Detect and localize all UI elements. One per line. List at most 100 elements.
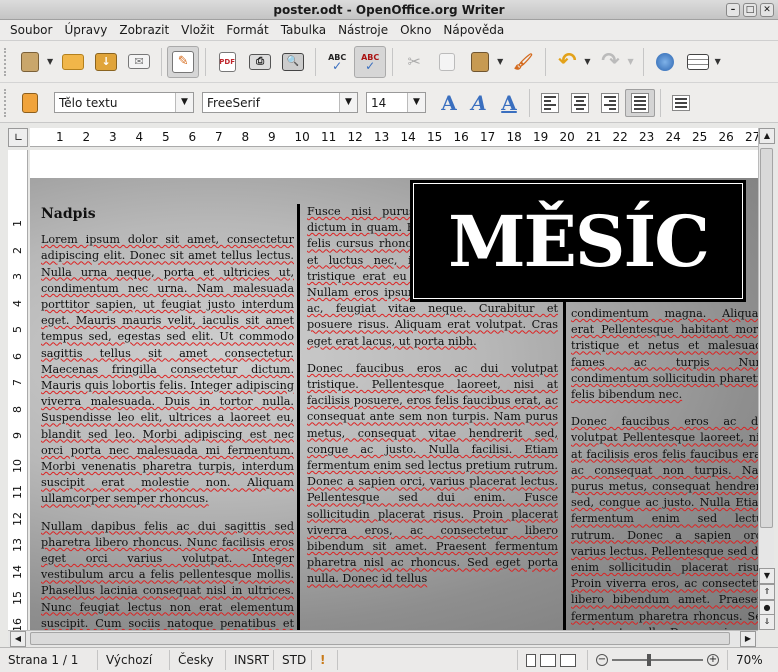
- copy-button[interactable]: [431, 46, 463, 78]
- redo-icon: ↷: [601, 49, 620, 74]
- menu-zobrazit[interactable]: Zobrazit: [113, 23, 175, 37]
- print-preview-button[interactable]: 🔍: [277, 46, 309, 78]
- maximize-icon[interactable]: □: [743, 3, 757, 17]
- styles-button[interactable]: [14, 87, 46, 119]
- formatting-toolbar: Tělo textu ▼ FreeSerif ▼ 14 ▼ A A A: [0, 83, 778, 123]
- cut-button[interactable]: ✂: [398, 46, 430, 78]
- horizontal-scrollbar[interactable]: ◀ ▶: [8, 630, 758, 647]
- ruler-tick-label: 14: [11, 564, 24, 579]
- page-style[interactable]: Výchozí: [98, 650, 170, 670]
- numbering-button[interactable]: [666, 89, 696, 117]
- menu-upravy[interactable]: Úpravy: [58, 23, 113, 37]
- bold-button[interactable]: A: [434, 88, 464, 118]
- scroll-down-icon[interactable]: ▼: [759, 568, 775, 584]
- insert-mode[interactable]: INSRT: [226, 650, 274, 670]
- next-page-icon[interactable]: ⇓: [759, 614, 775, 630]
- page[interactable]: Nadpis Lorem ipsum dolor sit amet, conse…: [30, 150, 758, 630]
- toolbar-grip[interactable]: [4, 47, 10, 76]
- chevron-down-icon[interactable]: ▼: [175, 93, 193, 112]
- italic-icon: A: [471, 90, 487, 115]
- close-icon[interactable]: ✕: [760, 3, 774, 17]
- menu-vlozit[interactable]: Vložit: [175, 23, 220, 37]
- document-area[interactable]: Nadpis Lorem ipsum dolor sit amet, conse…: [30, 150, 758, 630]
- paste-button[interactable]: [464, 46, 496, 78]
- print-button[interactable]: ⎙: [244, 46, 276, 78]
- vertical-scrollbar[interactable]: ▲ ▼ ⇑ ● ⇓: [758, 128, 775, 630]
- menu-tabulka[interactable]: Tabulka: [275, 23, 332, 37]
- redo-button[interactable]: ↷: [594, 46, 626, 78]
- two-page-view-icon[interactable]: [540, 653, 556, 667]
- new-document-button[interactable]: [14, 46, 46, 78]
- minimize-icon[interactable]: –: [726, 3, 740, 17]
- font-size-select[interactable]: 14 ▼: [366, 92, 426, 113]
- undo-button[interactable]: ↶: [551, 46, 583, 78]
- align-right-button[interactable]: [595, 89, 625, 117]
- table-dropdown-icon[interactable]: ▼: [715, 57, 721, 66]
- menu-format[interactable]: Formát: [220, 23, 274, 37]
- scroll-thumb[interactable]: [760, 148, 773, 528]
- paragraph: condimentum magna. Aliquam erat Pellente…: [571, 307, 758, 402]
- chevron-down-icon[interactable]: ▼: [339, 93, 357, 112]
- open-button[interactable]: [57, 46, 89, 78]
- book-view-icon[interactable]: [560, 653, 576, 667]
- hyperlink-button[interactable]: [649, 46, 681, 78]
- justify-button[interactable]: [625, 88, 655, 117]
- ruler-tick-label: 1: [56, 130, 64, 144]
- text-column-3[interactable]: condimentum magna. Aliquam erat Pellente…: [571, 306, 758, 630]
- scroll-up-icon[interactable]: ▲: [759, 128, 775, 144]
- toolbar-separator: [392, 47, 394, 76]
- page-indicator[interactable]: Strana 1 / 1: [0, 650, 98, 670]
- selection-mode[interactable]: STD: [274, 650, 312, 670]
- ruler-tick-label: 16: [453, 130, 469, 144]
- scroll-right-icon[interactable]: ▶: [740, 631, 756, 647]
- undo-dropdown-icon[interactable]: ▼: [584, 57, 590, 66]
- ruler-tick-label: 8: [241, 130, 250, 144]
- italic-button[interactable]: A: [464, 88, 494, 118]
- horizontal-ruler[interactable]: 1 2 3 4 5 6 7 8 9 10 11 12 13 14 15 16 17 18 19 20 21 22 23 24 2…: [30, 128, 760, 147]
- view-layout-buttons[interactable]: [518, 650, 588, 670]
- scroll-left-icon[interactable]: ◀: [10, 631, 26, 647]
- zoom-out-icon[interactable]: −: [596, 654, 608, 666]
- chevron-down-icon[interactable]: ▼: [407, 93, 425, 112]
- export-pdf-button[interactable]: PDF: [211, 46, 243, 78]
- zoom-slider[interactable]: − +: [588, 650, 728, 670]
- zoom-level[interactable]: 70%: [728, 650, 771, 670]
- toolbar-grip[interactable]: [4, 88, 10, 117]
- edit-mode-button[interactable]: ✎: [167, 45, 200, 78]
- font-name-select[interactable]: FreeSerif ▼: [202, 92, 358, 113]
- ruler-tick-label: 11: [321, 130, 337, 144]
- format-paintbrush-button[interactable]: 🖌: [507, 46, 539, 78]
- paste-dropdown-icon[interactable]: ▼: [497, 57, 503, 66]
- ruler-tick-label: 6: [11, 352, 24, 360]
- ruler-tick-label: 21: [586, 130, 602, 144]
- previous-page-icon[interactable]: ⇑: [759, 584, 775, 600]
- underline-button[interactable]: A: [494, 88, 524, 118]
- text-column-1[interactable]: Nadpis Lorem ipsum dolor sit amet, conse…: [41, 206, 294, 630]
- menu-napoveda[interactable]: Nápověda: [437, 23, 510, 37]
- ruler-tick-label: 22: [612, 130, 628, 144]
- save-button[interactable]: ↓: [90, 46, 122, 78]
- zoom-handle[interactable]: [646, 654, 651, 666]
- vertical-ruler[interactable]: 1 2 3 4 5 6 7 8 9 10 11 12 13 14 15 16: [8, 150, 28, 632]
- language[interactable]: Česky: [170, 650, 226, 670]
- new-dropdown-icon[interactable]: ▼: [47, 57, 53, 66]
- poster-title-frame[interactable]: MĚSÍC: [410, 180, 746, 302]
- menu-okno[interactable]: Okno: [394, 23, 437, 37]
- menu-nastroje[interactable]: Nástroje: [332, 23, 394, 37]
- tab-stop-selector[interactable]: ∟: [8, 128, 28, 147]
- menu-soubor[interactable]: Soubor: [4, 23, 58, 37]
- zoom-in-icon[interactable]: +: [707, 654, 719, 666]
- table-button[interactable]: [682, 46, 714, 78]
- scroll-thumb[interactable]: [30, 632, 730, 645]
- zoom-track[interactable]: [612, 654, 703, 666]
- autospellcheck-button[interactable]: ABC ✓: [354, 45, 387, 78]
- paragraph-style-select[interactable]: Tělo textu ▼: [54, 92, 194, 113]
- redo-dropdown-icon[interactable]: ▼: [627, 57, 633, 66]
- spellcheck-button[interactable]: ABC ✓: [321, 46, 353, 78]
- align-left-button[interactable]: [535, 89, 565, 117]
- single-page-view-icon[interactable]: [526, 653, 536, 667]
- email-button[interactable]: ✉: [123, 46, 155, 78]
- ruler-tick-label: 12: [11, 511, 24, 526]
- align-center-button[interactable]: [565, 89, 595, 117]
- copy-icon: [439, 52, 456, 71]
